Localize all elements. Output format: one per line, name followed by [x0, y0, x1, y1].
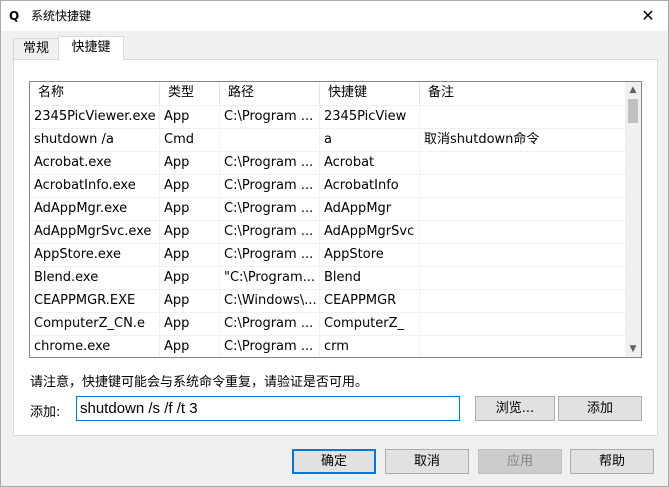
cell-type: App [160, 152, 220, 175]
column-header-note[interactable]: 备注 [420, 82, 626, 105]
cell-note [420, 267, 626, 290]
cell-type: App [160, 198, 220, 221]
browse-button[interactable]: 浏览... [475, 396, 555, 421]
cell-path: C:\Program ... [220, 198, 320, 221]
cell-path: C:\Program ... [220, 152, 320, 175]
cell-type: App [160, 313, 220, 336]
dialog-window: Q 系统快捷键 ✕ 常规 快捷键 名称 类型 路径 快捷键 备注 2345Pic… [0, 0, 669, 487]
cell-name: Blend.exe [30, 267, 160, 290]
tab-shortcuts[interactable]: 快捷键 [58, 36, 124, 61]
column-header-shortcut[interactable]: 快捷键 [320, 82, 420, 105]
add-command-input[interactable]: shutdown /s /f /t 3 [76, 396, 460, 421]
cell-type: Cmd [160, 129, 220, 152]
cell-shortcut: AdAppMgrSvc [320, 221, 420, 244]
cell-path [220, 129, 320, 152]
cell-name: 2345PicViewer.exe [30, 106, 160, 129]
cell-note [420, 175, 626, 198]
cell-path: C:\Program ... [220, 313, 320, 336]
cell-type: App [160, 290, 220, 313]
add-button[interactable]: 添加 [558, 396, 642, 421]
table-row[interactable]: Acrobat.exe App C:\Program ... Acrobat [30, 151, 626, 175]
table-row[interactable]: ComputerZ_CN.e App C:\Program ... Comput… [30, 312, 626, 336]
window-title: 系统快捷键 [31, 9, 92, 23]
notice-text: 请注意，快捷键可能会与系统命令重复，请验证是否可用。 [30, 375, 369, 390]
cell-name: AppStore.exe [30, 244, 160, 267]
table-row[interactable]: AdAppMgr.exe App C:\Program ... AdAppMgr [30, 197, 626, 221]
table-header: 名称 类型 路径 快捷键 备注 [30, 82, 626, 105]
table-row[interactable]: CEAPPMGR.EXE App C:\Windows\... CEAPPMGR [30, 289, 626, 313]
cell-shortcut: ComputerZ_ [320, 313, 420, 336]
table-row[interactable]: Blend.exe App "C:\Program... Blend [30, 266, 626, 290]
help-button[interactable]: 帮助 [570, 449, 654, 474]
cell-shortcut: crm [320, 336, 420, 357]
cell-path: C:\Program ... [220, 106, 320, 129]
cell-type: App [160, 106, 220, 129]
cell-note: 取消shutdown命令 [424, 132, 540, 147]
cell-type: App [160, 336, 220, 357]
cell-path: "C:\Program... [220, 267, 320, 290]
cell-name: AcrobatInfo.exe [30, 175, 160, 198]
cell-type: App [160, 244, 220, 267]
app-icon: Q [9, 9, 20, 23]
table-row[interactable]: AdAppMgrSvc.exe App C:\Program ... AdApp… [30, 220, 626, 244]
cell-path: C:\Program ... [220, 336, 320, 357]
scroll-down-icon[interactable]: ▼ [625, 341, 641, 357]
cell-type: App [160, 267, 220, 290]
cell-note [420, 313, 626, 336]
cell-shortcut: a [320, 129, 420, 152]
add-label: 添加: [30, 405, 61, 420]
cell-shortcut: AppStore [320, 244, 420, 267]
close-button[interactable]: ✕ [628, 1, 668, 31]
ok-button[interactable]: 确定 [292, 449, 376, 474]
table-row[interactable]: shutdown /a Cmd a 取消shutdown命令 [30, 128, 626, 152]
cell-name: CEAPPMGR.EXE [30, 290, 160, 313]
cell-note [420, 152, 626, 175]
cell-note [420, 290, 626, 313]
cell-shortcut: AcrobatInfo [320, 175, 420, 198]
scroll-up-icon[interactable]: ▲ [625, 82, 641, 98]
cell-shortcut: Blend [320, 267, 420, 290]
cell-note [420, 106, 626, 129]
cell-name: AdAppMgrSvc.exe [30, 221, 160, 244]
table-row[interactable]: chrome.exe App C:\Program ... crm [30, 335, 626, 357]
cancel-button[interactable]: 取消 [385, 449, 469, 474]
cell-name: Acrobat.exe [30, 152, 160, 175]
cell-shortcut: 2345PicView [320, 106, 420, 129]
cell-note [420, 336, 626, 357]
shortcuts-panel: 名称 类型 路径 快捷键 备注 2345PicViewer.exe App C:… [13, 59, 658, 436]
cell-note [420, 221, 626, 244]
cell-path: C:\Program ... [220, 175, 320, 198]
title-bar[interactable]: Q 系统快捷键 ✕ [1, 1, 668, 31]
tab-general[interactable]: 常规 [13, 38, 59, 60]
cell-path: C:\Windows\... [220, 290, 320, 313]
cell-note [420, 244, 626, 267]
cell-name: ComputerZ_CN.e [30, 313, 160, 336]
column-header-type[interactable]: 类型 [160, 82, 220, 105]
table-row[interactable]: 2345PicViewer.exe App C:\Program ... 234… [30, 105, 626, 129]
apply-button[interactable]: 应用 [478, 449, 562, 474]
table-row[interactable]: AcrobatInfo.exe App C:\Program ... Acrob… [30, 174, 626, 198]
cell-name: chrome.exe [30, 336, 160, 357]
vertical-scrollbar[interactable]: ▲ ▼ [625, 82, 641, 357]
table-row[interactable]: AppStore.exe App C:\Program ... AppStore [30, 243, 626, 267]
cell-shortcut: Acrobat [320, 152, 420, 175]
cell-path: C:\Program ... [220, 221, 320, 244]
cell-name: AdAppMgr.exe [30, 198, 160, 221]
cell-name: shutdown /a [30, 129, 160, 152]
cell-shortcut: CEAPPMGR [320, 290, 420, 313]
cell-type: App [160, 221, 220, 244]
shortcut-table: 名称 类型 路径 快捷键 备注 2345PicViewer.exe App C:… [29, 81, 642, 358]
scroll-thumb[interactable] [628, 99, 638, 123]
column-header-path[interactable]: 路径 [220, 82, 320, 105]
cell-path: C:\Program ... [220, 244, 320, 267]
cell-shortcut: AdAppMgr [320, 198, 420, 221]
cell-note [420, 198, 626, 221]
cell-type: App [160, 175, 220, 198]
column-header-name[interactable]: 名称 [30, 82, 160, 105]
